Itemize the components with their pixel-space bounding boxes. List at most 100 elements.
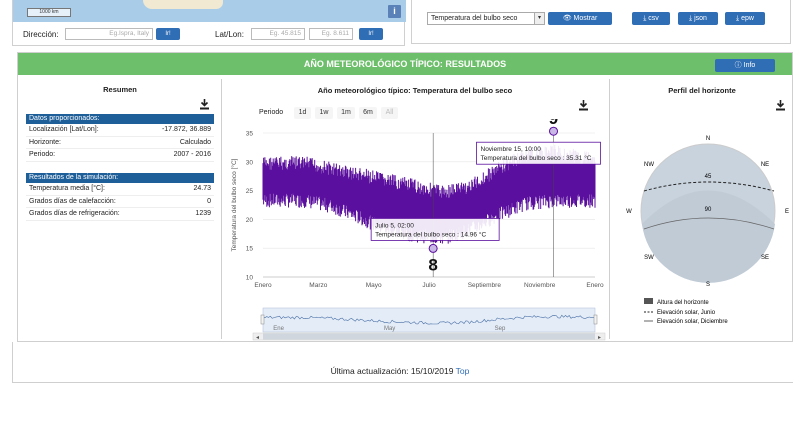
info-label: Info	[743, 62, 756, 69]
navigator-label: Ene	[273, 326, 284, 332]
top-link[interactable]: Top	[456, 366, 470, 376]
json-download-button[interactable]: ⤓ json	[678, 12, 718, 25]
row-key: Grados días de refrigeración:	[29, 210, 120, 217]
epw-download-button[interactable]: ⤓ epw	[725, 12, 765, 25]
period-button-1w[interactable]: 1w	[315, 107, 333, 119]
y-tick-label: 10	[246, 275, 254, 282]
navigator-handle-left[interactable]	[260, 314, 265, 325]
table-row: Grados días de calefacción: 0	[26, 196, 214, 208]
scroll-right-icon[interactable]: ▸	[598, 335, 601, 341]
legend-horizon: Altura del horizonte	[657, 300, 709, 306]
period-button-all[interactable]: All	[381, 107, 398, 119]
scroll-left-icon[interactable]: ◂	[256, 335, 259, 341]
mostrar-button[interactable]: 👁 Mostrar	[548, 12, 612, 25]
periodo-label: Periodo	[259, 109, 284, 116]
max-point-marker[interactable]	[549, 126, 558, 136]
max-marker-number: 9	[549, 119, 558, 128]
dir-e: E	[785, 209, 789, 215]
table-row: Horizonte: Calculado	[26, 137, 214, 149]
table-row: Grados días de refrigeración: 1239	[26, 208, 214, 221]
download-icon[interactable]	[199, 99, 210, 110]
x-tick-label: Mayo	[366, 282, 382, 289]
csv-label: csv	[648, 15, 659, 22]
dir-sw: SW	[644, 255, 654, 261]
row-value: 2007 - 2016	[173, 151, 211, 158]
chevron-down-icon: ▾	[534, 13, 544, 24]
dir-s: S	[706, 282, 710, 288]
legend-horizon-swatch	[644, 298, 653, 304]
horizon-section: Perfil del horizonte N NE E SE S SW W NW…	[612, 79, 792, 341]
temperature-chart[interactable]: 10 15 20 25 30 35 Temperatura del bulbo seco […	[223, 119, 607, 341]
direccion-input[interactable]: Eg.Ispra, Italy	[65, 28, 153, 40]
download-icon[interactable]	[578, 100, 589, 111]
legend-june: Elevación solar, Junio	[657, 310, 716, 316]
sim-table: Resultados de la simulación: Temperatura…	[26, 173, 214, 221]
navigator-handle-right[interactable]	[593, 314, 598, 325]
navigator-scrollbar-thumb[interactable]	[263, 333, 595, 340]
results-panel: AÑO METEOROLÓGICO TÍPICO: RESULTADOS ⓘ I…	[17, 52, 793, 342]
sim-header: Resultados de la simulación:	[26, 173, 214, 183]
direccion-go-button[interactable]: Ir!	[156, 28, 180, 40]
period-button-6m[interactable]: 6m	[359, 107, 377, 119]
table-row: Temperatura media [°C]: 24.73	[26, 183, 214, 196]
row-value: -17.872, 36.889	[161, 126, 211, 133]
latlon-go-button[interactable]: Ir!	[359, 28, 383, 40]
epw-label: epw	[741, 15, 754, 22]
tooltip-max-text: Temperatura del bulbo seco : 35.31 °C	[481, 154, 592, 162]
navigator-label: May	[384, 326, 395, 332]
x-tick-label: Noviembre	[524, 282, 556, 289]
row-key: Grados días de calefacción:	[29, 197, 116, 205]
dir-w: W	[626, 209, 632, 215]
y-tick-label: 30	[246, 159, 254, 166]
min-point-marker[interactable]	[428, 243, 438, 253]
map-scale: 1000 km	[27, 8, 71, 17]
navigator-label: Sep	[495, 326, 506, 332]
ring-90-label: 90	[705, 207, 712, 213]
legend-december: Elevación solar, Diciembre	[657, 319, 728, 325]
map-land	[143, 0, 223, 9]
variable-select[interactable]: Temperatura del bulbo seco ▾	[427, 12, 545, 25]
row-value: Calculado	[179, 138, 211, 146]
period-button-1m[interactable]: 1m	[337, 107, 355, 119]
y-tick-label: 15	[246, 246, 254, 253]
row-key: Localización [Lat/Lon]:	[29, 126, 99, 133]
datos-table: Datos proporcionados: Localización [Lat/…	[26, 114, 214, 162]
row-value: 1239	[195, 210, 211, 217]
map-info-button[interactable]: i	[388, 5, 401, 18]
horizon-polar-chart[interactable]: N NE E SE S SW W NW 45 90 Altura del hor…	[612, 109, 792, 339]
period-button-1d[interactable]: 1d	[294, 107, 311, 119]
eye-icon: 👁	[562, 15, 572, 22]
resumen-section: Resumen Datos proporcionados: Localizaci…	[26, 85, 214, 221]
row-value: 0	[207, 197, 211, 205]
row-key: Temperatura media [°C]:	[29, 185, 105, 192]
y-axis-label: Temperatura del bulbo seco [°C]	[230, 158, 238, 251]
download-icon: ⤓	[689, 15, 693, 22]
info-button[interactable]: ⓘ Info	[715, 59, 775, 72]
x-tick-label: Julio	[422, 282, 436, 289]
y-tick-label: 25	[246, 188, 254, 195]
page-border	[12, 342, 13, 382]
dir-ne: NE	[761, 162, 769, 168]
mostrar-label: Mostrar	[573, 15, 598, 22]
results-header: AÑO METEOROLÓGICO TÍPICO: RESULTADOS ⓘ I…	[18, 53, 792, 75]
page-border	[12, 382, 793, 383]
csv-download-button[interactable]: ⤓ csv	[632, 12, 670, 25]
divider	[221, 79, 222, 339]
divider	[609, 79, 610, 339]
location-panel: 1000 km i Dirección: Eg.Ispra, Italy Ir!…	[12, 0, 406, 46]
latlon-label: Lat/Lon:	[215, 30, 244, 39]
tooltip-min-text: Temperatura del bulbo seco : 14.96 °C	[375, 230, 486, 238]
lon-input[interactable]: Eg. 8.611	[309, 28, 353, 40]
table-row: Periodo: 2007 - 2016	[26, 149, 214, 162]
dir-se: SE	[761, 255, 769, 261]
navigator[interactable]	[262, 307, 596, 333]
tooltip-max-date: Noviembre 15, 10:00	[481, 146, 542, 153]
lat-input[interactable]: Eg. 45.815	[251, 28, 305, 40]
x-tick-label: Marzo	[309, 282, 327, 289]
min-marker-number: 8	[428, 255, 437, 274]
dir-n: N	[706, 136, 710, 142]
output-panel: Temperatura del bulbo seco ▾ 👁 Mostrar ⤓…	[411, 0, 791, 44]
map-view[interactable]: 1000 km i	[13, 0, 406, 22]
row-key: Horizonte:	[29, 138, 61, 146]
download-icon: ⤓	[736, 15, 740, 22]
